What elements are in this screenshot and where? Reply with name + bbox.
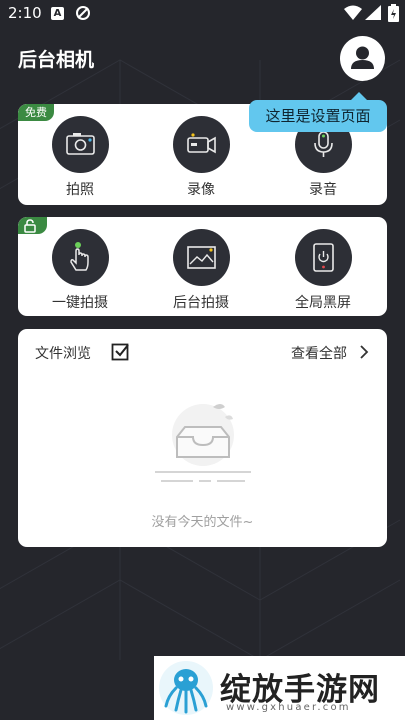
notification-a-icon: A — [51, 7, 64, 20]
empty-inbox-icon — [155, 404, 251, 482]
files-title: 文件浏览 — [35, 346, 91, 362]
feature-photo-label: 拍照 — [66, 182, 94, 198]
feature-video-label: 录像 — [187, 182, 215, 198]
camera-icon — [65, 133, 95, 155]
settings-avatar-button[interactable] — [340, 36, 385, 81]
feature-black-screen[interactable]: 全局黑屏 — [278, 229, 368, 312]
app-title: 后台相机 — [18, 49, 95, 71]
battery-icon — [388, 4, 399, 22]
power-screen-icon — [312, 243, 334, 272]
feature-one-tap-shoot[interactable]: 一键拍摄 — [35, 229, 125, 312]
view-all-link[interactable]: 查看全部 — [291, 343, 347, 363]
settings-tooltip: 这里是设置页面 — [249, 92, 387, 132]
image-frame-icon — [186, 246, 216, 269]
status-bar: 2:10 A — [0, 0, 405, 28]
feature-video[interactable]: 录像 — [156, 116, 246, 199]
video-camera-icon — [186, 133, 216, 154]
touch-hand-icon — [69, 242, 89, 271]
wifi-icon — [344, 5, 362, 20]
feature-background-label: 后台拍摄 — [173, 295, 229, 311]
checkbox-icon[interactable] — [111, 342, 130, 361]
sync-off-icon — [76, 6, 90, 20]
feature-audio-label: 录音 — [309, 182, 337, 198]
octopus-logo-icon — [159, 661, 213, 715]
signal-icon — [365, 5, 381, 20]
user-icon — [351, 46, 374, 69]
feature-photo[interactable]: 拍照 — [35, 116, 125, 199]
feature-black-screen-label: 全局黑屏 — [295, 295, 351, 311]
advanced-card: 一键拍摄 后台拍摄 全局黑屏 — [18, 217, 387, 316]
status-time: 2:10 — [8, 4, 42, 22]
chevron-right-icon[interactable] — [359, 344, 369, 360]
empty-state-text: 没有今天的文件~ — [151, 515, 254, 530]
files-card: 文件浏览 查看全部 没有今天的文件~ — [18, 329, 387, 547]
watermark-url: www.gxhuaer.com — [226, 702, 351, 713]
feature-background-shoot[interactable]: 后台拍摄 — [156, 229, 246, 312]
feature-one-tap-label: 一键拍摄 — [52, 295, 108, 311]
watermark: 绽放手游网 www.gxhuaer.com — [154, 656, 405, 720]
